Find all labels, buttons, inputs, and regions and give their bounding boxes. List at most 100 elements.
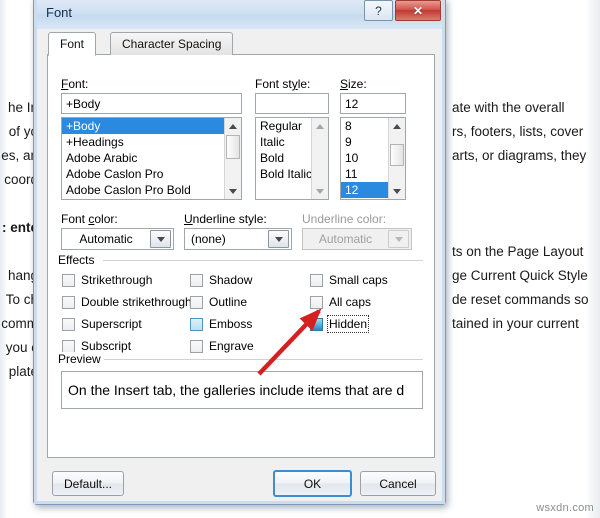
scroll-up-icon[interactable]	[389, 118, 405, 134]
font-list[interactable]: +Body +Headings Adobe Arabic Adobe Caslo…	[61, 117, 242, 200]
titlebar-button-group: ? ✕	[364, 0, 441, 21]
ok-button[interactable]: OK	[273, 470, 352, 497]
chevron-down-icon	[388, 230, 409, 248]
font-size-list[interactable]: 8 9 10 11 12	[340, 117, 406, 200]
checkbox-icon[interactable]	[62, 339, 75, 353]
checkbox-label: Shadow	[209, 273, 253, 287]
list-item[interactable]: +Headings	[62, 134, 224, 150]
checkbox-icon[interactable]	[62, 295, 75, 309]
font-size-input[interactable]: 12	[340, 93, 406, 114]
list-item[interactable]: 11	[341, 166, 388, 182]
checkbox-shadow[interactable]: Shadow	[190, 271, 252, 289]
effects-group-label: Effects	[58, 253, 100, 267]
checkbox-label: Engrave	[209, 339, 254, 353]
font-style-list-scrollbar[interactable]	[311, 118, 328, 199]
font-name-input[interactable]: +Body	[61, 93, 242, 114]
preview-group-divider	[104, 359, 423, 360]
list-item[interactable]: Adobe Caslon Pro Bold	[62, 182, 224, 198]
tab-font[interactable]: Font	[48, 32, 97, 56]
doc-line: arts, or diagrams, they	[452, 148, 587, 163]
checkbox-all-caps[interactable]: All caps	[310, 293, 371, 311]
underline-color-combo: Automatic	[302, 228, 412, 250]
checkbox-label: Strikethrough	[81, 273, 153, 287]
font-color-combo[interactable]: Automatic	[61, 228, 174, 250]
tab-character-spacing[interactable]: Character Spacing	[110, 32, 234, 55]
list-item[interactable]: Italic	[256, 134, 311, 150]
chevron-down-icon[interactable]	[150, 230, 171, 248]
doc-line-spacer	[452, 168, 600, 192]
watermark: wsxdn.com	[536, 502, 594, 514]
scrollbar-thumb[interactable]	[226, 135, 240, 159]
chevron-down-icon[interactable]	[268, 230, 289, 248]
checkbox-icon[interactable]	[310, 273, 323, 287]
checkbox-icon[interactable]	[190, 317, 203, 331]
checkbox-label: All caps	[329, 295, 372, 309]
list-item[interactable]: Adobe Caslon Pro	[62, 166, 224, 182]
list-item[interactable]: Adobe Arabic	[62, 150, 224, 166]
font-dialog: Font ? ✕ Font Character Spacing Font: Fo…	[33, 0, 446, 505]
underline-style-combo[interactable]: (none)	[184, 228, 292, 250]
cancel-button[interactable]: Cancel	[360, 471, 436, 496]
preview-text: On the Insert tab, the galleries include…	[68, 382, 405, 398]
scroll-up-icon[interactable]	[312, 118, 328, 134]
font-size-list-scrollbar[interactable]	[388, 118, 405, 199]
checkbox-small-caps[interactable]: Small caps	[310, 271, 388, 289]
checkbox-outline[interactable]: Outline	[190, 293, 247, 311]
dialog-title: Font	[46, 5, 73, 20]
checkbox-label: Emboss	[209, 317, 253, 331]
close-button[interactable]: ✕	[395, 0, 441, 21]
font-style-list[interactable]: Regular Italic Bold Bold Italic	[255, 117, 329, 200]
checkbox-hidden[interactable]: Hidden	[310, 315, 370, 333]
dialog-title-bar[interactable]: Font ? ✕	[34, 0, 445, 29]
underline-color-value: Automatic	[318, 232, 373, 246]
checkbox-icon[interactable]	[190, 295, 203, 309]
underline-style-value: (none)	[191, 232, 226, 246]
checkbox-label: Outline	[209, 295, 248, 309]
checkbox-label: Double strikethrough	[81, 295, 192, 309]
tab-strip: Font Character Spacing	[47, 32, 435, 56]
list-item[interactable]: 9	[341, 134, 388, 150]
list-item[interactable]: Bold Italic	[256, 166, 311, 182]
font-style-input[interactable]	[255, 93, 329, 114]
scrollbar-thumb[interactable]	[390, 144, 404, 166]
list-item[interactable]: Bold	[256, 150, 311, 166]
scroll-down-icon[interactable]	[225, 183, 241, 199]
scroll-down-icon[interactable]	[389, 183, 405, 199]
checkbox-engrave[interactable]: Engrave	[190, 337, 254, 355]
checkbox-icon[interactable]	[190, 339, 203, 353]
scroll-up-icon[interactable]	[225, 118, 241, 134]
checkbox-superscript[interactable]: Superscript	[62, 315, 142, 333]
doc-line-spacer	[452, 192, 600, 216]
font-list-scrollbar[interactable]	[224, 118, 241, 199]
font-tab-page: Font: Font style: Size: +Body 12 +Body +…	[47, 54, 435, 458]
doc-line: rs, footers, lists, cover	[452, 124, 584, 139]
checkbox-double-strikethrough[interactable]: Double strikethrough	[62, 293, 192, 311]
font-size-list-items: 8 9 10 11 12	[341, 118, 388, 198]
font-color-value: Automatic	[79, 232, 133, 246]
font-list-items: +Body +Headings Adobe Arabic Adobe Caslo…	[62, 118, 224, 198]
list-item[interactable]: +Body	[62, 118, 224, 134]
font-style-label: Font style:	[255, 77, 311, 91]
checkbox-icon[interactable]	[310, 295, 323, 309]
default-button[interactable]: Default...	[52, 471, 124, 496]
list-item[interactable]: 10	[341, 150, 388, 166]
checkbox-icon[interactable]	[62, 273, 75, 287]
checkbox-emboss[interactable]: Emboss	[190, 315, 252, 333]
checkbox-icon[interactable]	[62, 317, 75, 331]
list-item[interactable]: 8	[341, 118, 388, 134]
checkbox-label: Subscript	[81, 339, 132, 353]
checkbox-strikethrough[interactable]: Strikethrough	[62, 271, 152, 289]
help-button[interactable]: ?	[364, 0, 393, 21]
font-size-label: Size:	[340, 77, 367, 91]
list-item[interactable]: Regular	[256, 118, 311, 134]
checkbox-label: Hidden	[326, 315, 370, 333]
doc-line: ts on the Page Layout	[452, 244, 584, 259]
list-item[interactable]: 12	[341, 182, 388, 198]
checkbox-label: Superscript	[81, 317, 142, 331]
checkbox-icon[interactable]	[190, 273, 203, 287]
document-text-right-column: ate with the overall rs, footers, lists,…	[452, 96, 600, 336]
font-color-label: Font color:	[61, 212, 118, 226]
effects-group-divider	[103, 260, 423, 261]
checkbox-icon[interactable]	[310, 317, 323, 331]
scroll-down-icon[interactable]	[312, 183, 328, 199]
